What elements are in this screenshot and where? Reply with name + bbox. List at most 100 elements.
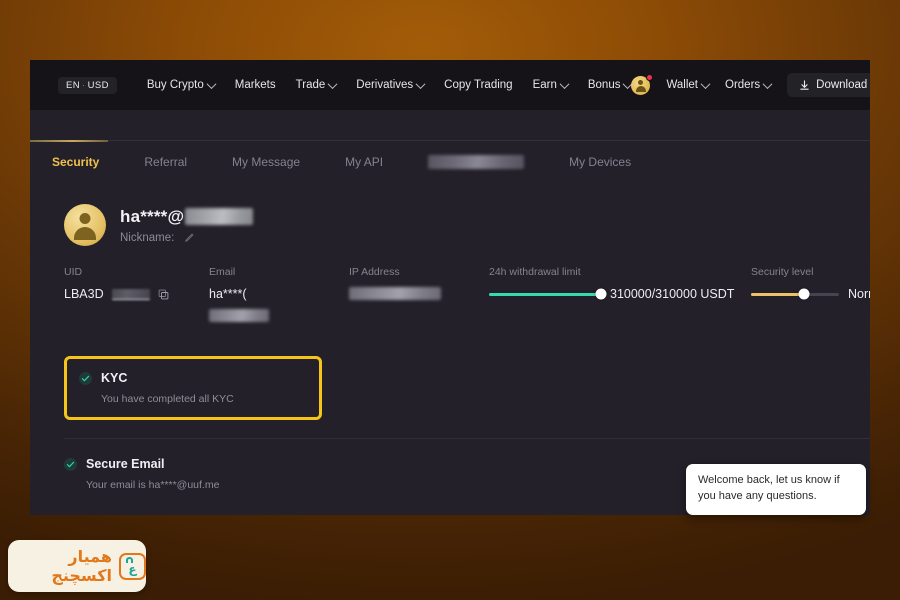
nav-item-wallet[interactable]: Wallet xyxy=(666,78,711,91)
logo-arc-shape xyxy=(126,556,133,563)
active-tab-underline xyxy=(30,140,108,142)
currency-label: USD xyxy=(87,79,109,91)
watermark-logo: همیار اکسچنج ع xyxy=(8,540,146,592)
user-avatar-icon[interactable] xyxy=(631,73,654,95)
nav-item-buy-crypto[interactable]: Buy Crypto xyxy=(146,78,217,91)
card-subtitle: You have completed all KYC xyxy=(101,393,234,405)
notification-dot-icon xyxy=(646,73,654,81)
slider-thumb[interactable] xyxy=(595,288,607,300)
download-icon xyxy=(800,79,809,90)
check-circle-icon xyxy=(79,371,92,385)
username-domain-redacted xyxy=(185,208,254,225)
stat-uid: UID LBA3D xyxy=(64,266,209,301)
security-item-kyc[interactable]: KYC You have completed all KYC xyxy=(64,356,322,420)
tab-my-api[interactable]: My API xyxy=(345,155,383,169)
tab-my-devices[interactable]: My Devices xyxy=(569,155,631,169)
nav-item-trade[interactable]: Trade xyxy=(295,78,338,91)
separator-dot: · xyxy=(82,79,86,91)
slider-fill xyxy=(489,292,601,296)
nav-item-earn[interactable]: Earn xyxy=(532,78,570,91)
card-subtitle: Your email is ha****@uuf.me xyxy=(86,479,220,491)
withdrawal-limit-slider[interactable]: 310000/310000 USDT xyxy=(489,287,751,301)
nav-item-markets[interactable]: Markets xyxy=(235,79,276,91)
chevron-down-icon xyxy=(762,78,773,89)
slider-track xyxy=(489,288,607,300)
tab-referral[interactable]: Referral xyxy=(144,155,187,169)
download-button[interactable]: Download xyxy=(787,73,870,97)
slider-thumb[interactable] xyxy=(798,288,810,300)
security-level-value: Norm xyxy=(848,287,870,301)
nav-label: Derivatives xyxy=(356,79,414,91)
stat-ip-address: IP Address xyxy=(349,266,489,300)
language-currency-selector[interactable]: EN · USD xyxy=(58,76,117,94)
nickname-label: Nickname: xyxy=(120,231,175,244)
pencil-icon[interactable] xyxy=(184,232,195,243)
nav-label: Wallet xyxy=(666,79,698,91)
nav-item-derivatives[interactable]: Derivatives xyxy=(356,78,426,91)
nickname-row: Nickname: xyxy=(120,232,253,244)
security-level-slider[interactable]: Norm xyxy=(751,287,870,301)
nav-label: Buy Crypto xyxy=(146,79,204,91)
nav-item-bonus[interactable]: Bonus xyxy=(587,78,633,91)
stat-label: Email xyxy=(209,266,236,278)
stat-label: 24h withdrawal limit xyxy=(489,266,581,278)
profile-text-block: ha****@ Nickname: xyxy=(120,206,254,244)
avatar-body-shape xyxy=(74,227,96,240)
account-tabs: Security Referral My Message My API My D… xyxy=(30,140,870,182)
logo-glyph: ع xyxy=(128,561,137,576)
nav-label: Earn xyxy=(532,79,557,91)
nav-label: Markets xyxy=(234,79,276,91)
stat-email: Email ha****( xyxy=(209,266,349,322)
security-item-secure-email[interactable]: Secure Email Your email is ha****@uuf.me xyxy=(64,439,314,505)
stat-security-level: Security level Norm xyxy=(751,266,870,301)
chevron-down-icon xyxy=(327,78,338,89)
nav-label: Orders xyxy=(725,79,761,91)
stat-label: UID xyxy=(64,266,83,278)
chevron-down-icon xyxy=(415,78,426,89)
card-title: Secure Email xyxy=(86,457,165,471)
hamyar-exchange-logo-icon: ع xyxy=(119,552,146,580)
chevron-down-icon xyxy=(206,78,217,89)
copy-icon[interactable] xyxy=(158,289,169,300)
card-header: KYC xyxy=(79,371,305,385)
email-redacted xyxy=(209,309,269,322)
account-stats-row: UID LBA3D Email ha****( IP Address 24h w… xyxy=(30,246,870,322)
stat-label: Security level xyxy=(751,266,814,278)
username-row: ha****@ xyxy=(120,206,254,227)
stat-value-row: LBA3D xyxy=(64,287,209,301)
avatar[interactable] xyxy=(64,204,106,246)
nav-right-cluster: Wallet Orders Download xyxy=(631,73,870,97)
nav-label: Trade xyxy=(295,79,326,91)
language-label: EN xyxy=(66,79,80,91)
uid-value: LBA3D xyxy=(64,287,104,301)
avatar-head-shape xyxy=(638,79,644,85)
chevron-down-icon xyxy=(559,78,570,89)
tab-my-message[interactable]: My Message xyxy=(232,155,300,169)
profile-summary: ha****@ Nickname: xyxy=(30,182,870,246)
stat-value-row: ha****( xyxy=(209,287,349,322)
withdrawal-limit-value: 310000/310000 USDT xyxy=(610,287,735,301)
card-header: Secure Email xyxy=(64,457,314,471)
check-circle-icon xyxy=(64,457,77,471)
nav-item-copy-trading[interactable]: Copy Trading xyxy=(444,79,512,91)
nav-label: Bonus xyxy=(587,79,621,91)
avatar-head-shape xyxy=(79,213,91,224)
download-label: Download xyxy=(816,79,868,91)
username-text: ha****@ xyxy=(120,206,185,226)
stat-value-row xyxy=(349,287,489,300)
card-title: KYC xyxy=(101,371,128,385)
support-chat-bubble[interactable]: Welcome back, let us know if you have an… xyxy=(686,464,866,515)
avatar-body-shape xyxy=(635,85,646,92)
slider-fill xyxy=(751,292,804,296)
exchange-screenshot-panel: EN · USD Buy Crypto Markets Trade Derivati… xyxy=(30,60,870,515)
chevron-down-icon xyxy=(700,78,711,89)
nav-label: Copy Trading xyxy=(444,79,513,91)
chat-message-text: Welcome back, let us know if you have an… xyxy=(698,474,840,502)
nav-spacer-band xyxy=(30,110,870,140)
tab-redacted[interactable] xyxy=(428,154,525,169)
nav-item-orders[interactable]: Orders xyxy=(725,78,773,91)
stat-withdrawal-limit: 24h withdrawal limit 310000/310000 USDT xyxy=(489,266,751,301)
tab-security[interactable]: Security xyxy=(52,155,99,169)
primary-nav-links: Buy Crypto Markets Trade Derivatives Cop… xyxy=(146,78,633,91)
slider-track xyxy=(751,288,839,300)
